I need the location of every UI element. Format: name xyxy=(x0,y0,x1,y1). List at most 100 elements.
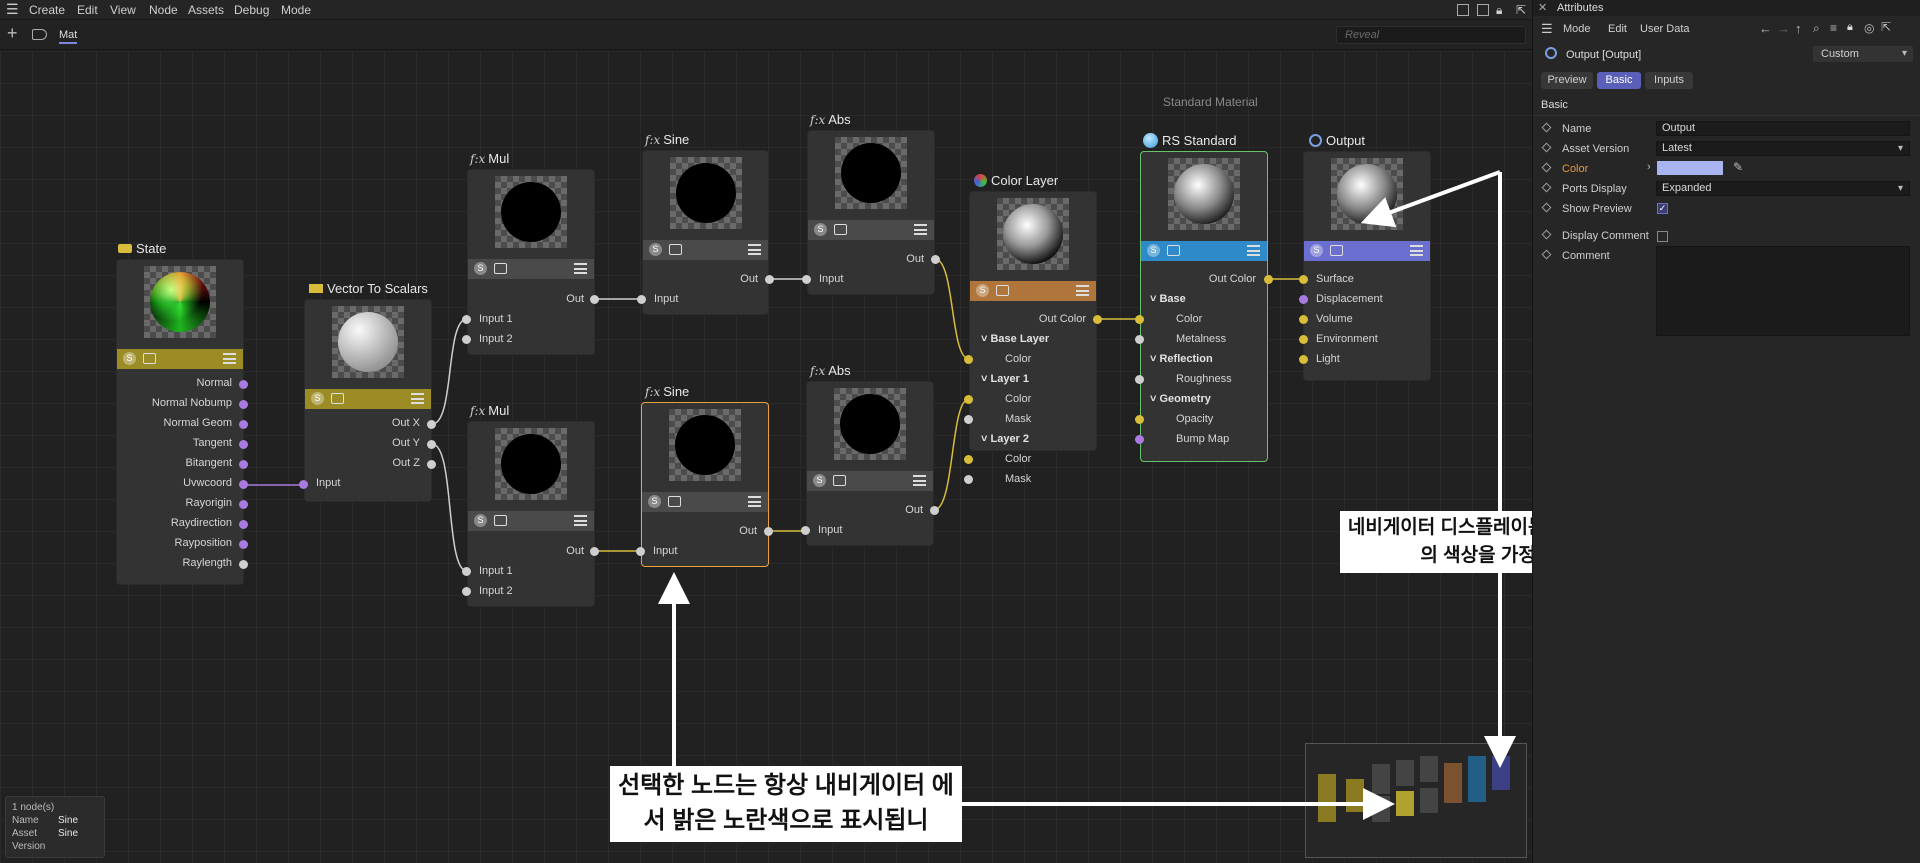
image-icon[interactable] xyxy=(494,263,507,274)
abs2-toolbar[interactable]: S xyxy=(807,471,933,491)
panel-icon[interactable] xyxy=(1477,4,1489,16)
socket[interactable] xyxy=(427,460,436,469)
display-comment-checkbox[interactable] xyxy=(1657,231,1668,242)
target-icon[interactable]: ◎ xyxy=(1864,21,1874,35)
search-icon[interactable]: ⌕ xyxy=(1813,21,1820,36)
list-icon[interactable] xyxy=(1247,245,1260,256)
list-icon[interactable] xyxy=(1076,285,1089,296)
image-icon[interactable] xyxy=(996,285,1009,296)
hamburger-icon[interactable]: ☰ xyxy=(1541,21,1553,37)
socket[interactable] xyxy=(1135,375,1144,384)
image-icon[interactable] xyxy=(143,353,156,364)
socket[interactable] xyxy=(239,440,248,449)
list-icon[interactable] xyxy=(748,496,761,507)
socket[interactable] xyxy=(239,500,248,509)
name-field[interactable]: Output xyxy=(1656,121,1910,136)
lock-icon[interactable]: 🔒︎ xyxy=(1496,3,1502,18)
s-icon[interactable]: S xyxy=(649,243,662,256)
keyframe-icon[interactable] xyxy=(1541,202,1552,213)
socket[interactable] xyxy=(964,475,973,484)
keyframe-icon[interactable] xyxy=(1541,182,1552,193)
node-abs-1[interactable]: S xyxy=(807,130,935,295)
s-icon[interactable]: S xyxy=(1310,244,1323,257)
keyframe-icon[interactable] xyxy=(1541,142,1552,153)
ports-display-dropdown[interactable]: Expanded xyxy=(1656,181,1910,196)
list-icon[interactable] xyxy=(574,263,587,274)
tab-mat[interactable]: Mat xyxy=(59,29,78,44)
menu-create[interactable]: Create xyxy=(29,3,65,17)
socket[interactable] xyxy=(427,420,436,429)
add-icon[interactable]: + xyxy=(7,23,18,44)
list-icon[interactable] xyxy=(913,475,926,486)
socket[interactable] xyxy=(239,380,248,389)
socket[interactable] xyxy=(636,547,645,556)
up-icon[interactable]: ↑ xyxy=(1795,21,1802,36)
preset-dropdown[interactable]: Custom xyxy=(1813,46,1913,62)
filter-icon[interactable]: ≡ xyxy=(1830,21,1837,35)
output-toolbar[interactable]: S xyxy=(1304,241,1430,261)
s-icon[interactable]: S xyxy=(474,262,487,275)
s-icon[interactable]: S xyxy=(813,474,826,487)
s-icon[interactable]: S xyxy=(123,352,136,365)
menu-view[interactable]: View xyxy=(110,3,136,17)
socket[interactable] xyxy=(964,415,973,424)
socket[interactable] xyxy=(239,540,248,549)
socket[interactable] xyxy=(239,460,248,469)
socket[interactable] xyxy=(590,295,599,304)
color-swatch[interactable] xyxy=(1657,161,1723,175)
menu-assets[interactable]: Assets xyxy=(188,3,224,17)
socket[interactable] xyxy=(462,315,471,324)
list-icon[interactable] xyxy=(748,244,761,255)
socket[interactable] xyxy=(239,520,248,529)
socket[interactable] xyxy=(930,506,939,515)
image-icon[interactable] xyxy=(494,515,507,526)
image-icon[interactable] xyxy=(1167,245,1180,256)
socket[interactable] xyxy=(1093,315,1102,324)
socket[interactable] xyxy=(1135,435,1144,444)
socket[interactable] xyxy=(764,527,773,536)
hamburger-icon[interactable]: ☰ xyxy=(6,1,19,18)
socket[interactable] xyxy=(462,567,471,576)
popout-icon[interactable]: ⇱ xyxy=(1516,3,1526,17)
abs1-toolbar[interactable]: S xyxy=(808,220,934,240)
list-icon[interactable] xyxy=(223,353,236,364)
node-output[interactable]: S xyxy=(1303,151,1431,381)
socket[interactable] xyxy=(765,275,774,284)
socket[interactable] xyxy=(964,395,973,404)
node-vector-to-scalars[interactable]: S xyxy=(304,299,432,502)
sine1-toolbar[interactable]: S xyxy=(643,240,768,260)
forward-icon[interactable]: → xyxy=(1777,21,1790,36)
node-sine-2-selected[interactable]: S xyxy=(641,402,769,567)
comment-textarea[interactable] xyxy=(1656,246,1910,336)
menu-mode[interactable]: Mode xyxy=(281,3,311,17)
socket[interactable] xyxy=(802,275,811,284)
menu-user-data[interactable]: User Data xyxy=(1640,23,1690,35)
socket[interactable] xyxy=(1299,355,1308,364)
mul1-toolbar[interactable]: S xyxy=(468,259,594,279)
socket[interactable] xyxy=(1299,335,1308,344)
tab-preview[interactable]: Preview xyxy=(1541,72,1593,89)
list-icon[interactable] xyxy=(574,515,587,526)
menu-edit[interactable]: Edit xyxy=(77,3,98,17)
image-icon[interactable] xyxy=(669,244,682,255)
sine2-toolbar[interactable]: S xyxy=(642,492,768,512)
tab-inputs[interactable]: Inputs xyxy=(1645,72,1693,89)
socket[interactable] xyxy=(931,255,940,264)
state-toolbar[interactable]: S xyxy=(117,349,243,369)
socket[interactable] xyxy=(239,400,248,409)
layout-icon[interactable] xyxy=(1457,4,1469,16)
socket[interactable] xyxy=(1299,275,1308,284)
s-icon[interactable]: S xyxy=(1147,244,1160,257)
reveal-search[interactable]: Reveal xyxy=(1336,26,1526,44)
socket[interactable] xyxy=(299,480,308,489)
list-icon[interactable] xyxy=(914,224,927,235)
socket[interactable] xyxy=(1264,275,1273,284)
socket[interactable] xyxy=(239,420,248,429)
image-icon[interactable] xyxy=(668,496,681,507)
socket[interactable] xyxy=(964,455,973,464)
keyframe-icon[interactable] xyxy=(1541,249,1552,260)
socket[interactable] xyxy=(1135,315,1144,324)
socket[interactable] xyxy=(1299,315,1308,324)
socket[interactable] xyxy=(239,480,248,489)
image-icon[interactable] xyxy=(834,224,847,235)
